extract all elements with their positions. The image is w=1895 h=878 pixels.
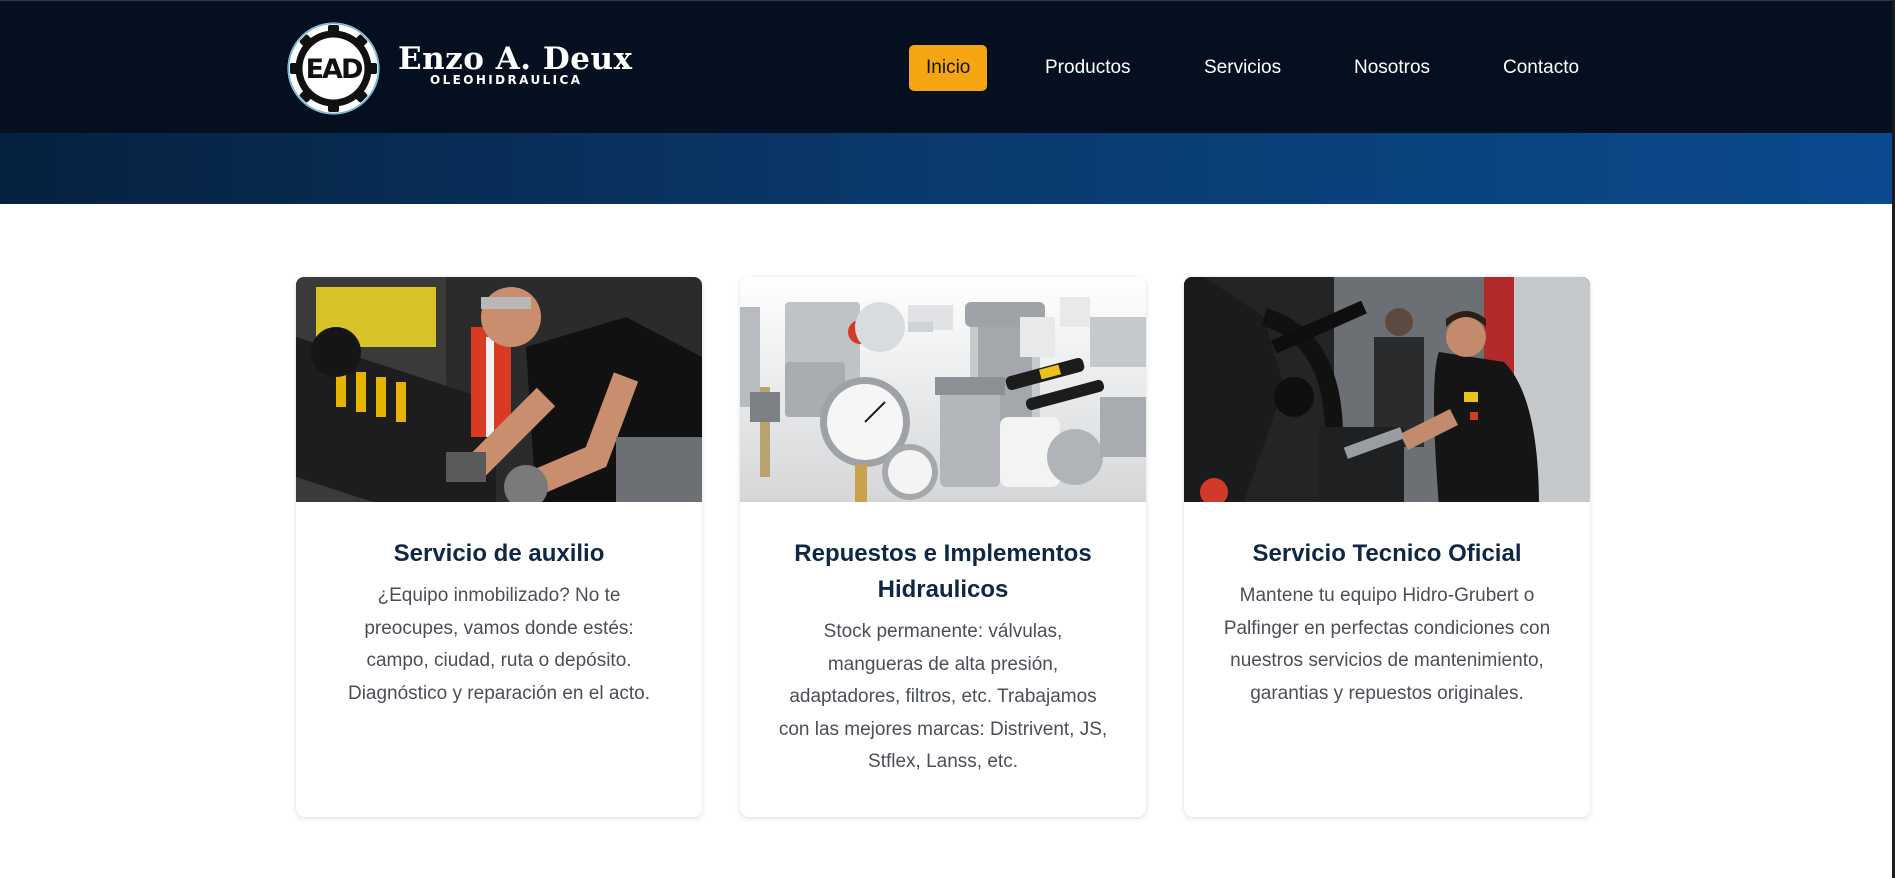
card-title: Servicio de auxilio [393,540,605,567]
brand-name: Enzo A. Deux [398,41,633,77]
nav-item-productos[interactable]: Productos [1045,45,1131,91]
nav-item-contacto[interactable]: Contacto [1503,45,1579,91]
card-description: ¿Equipo inmobilizado? No te preocupes, v… [347,585,651,704]
hydraulic-parts-photo [740,277,1146,502]
hero-banner [0,133,1895,204]
nav-item-servicios[interactable]: Servicios [1204,45,1281,91]
brand-tagline: OLEOHIDRAULICA [430,73,583,87]
nav-item-inicio[interactable]: Inicio [909,45,988,91]
card-title: Servicio Tecnico Oficial [1252,540,1522,567]
nav-item-nosotros[interactable]: Nosotros [1354,45,1430,91]
service-card-tecnico: Servicio Tecnico Oficial Mantene tu equi… [1184,277,1590,817]
page: EAD Enzo A. Deux OLEOHIDRAULICA Inicio P… [0,0,1895,878]
card-description: Mantene tu equipo Hidro-Grubert o Palfin… [1223,585,1551,704]
card-description: Stock permanente: válvulas, mangueras de… [778,621,1108,772]
card-title: Repuestos e Implementos Hidraulicos [794,540,1092,603]
logo-initials: EAD [306,54,362,85]
service-card-auxilio: Servicio de auxilio ¿Equipo inmobilizado… [296,277,702,817]
service-card-repuestos: Repuestos e Implementos Hidraulicos Stoc… [740,277,1146,817]
gear-logo-icon: EAD [287,22,380,115]
brand-logo-link[interactable]: EAD Enzo A. Deux OLEOHIDRAULICA [286,21,632,116]
top-navbar: EAD Enzo A. Deux OLEOHIDRAULICA Inicio P… [0,0,1895,133]
mechanic-repair-photo [296,277,702,502]
technician-crane-photo [1184,277,1590,502]
